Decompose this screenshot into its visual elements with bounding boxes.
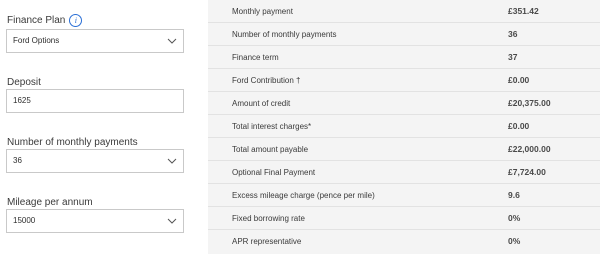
summary-label: Total amount payable: [232, 145, 309, 154]
mileage-label: Mileage per annum: [7, 197, 93, 208]
finance-plan-value: Ford Options: [13, 36, 60, 45]
summary-row: Fixed borrowing rate 0%: [208, 207, 600, 230]
chevron-down-icon: [167, 38, 177, 44]
monthly-payments-select[interactable]: 36: [6, 149, 184, 173]
monthly-payments-label: Number of monthly payments: [7, 137, 138, 148]
summary-value: £0.00: [508, 121, 530, 131]
summary-row: Monthly payment £351.42: [208, 0, 600, 23]
summary-label: Monthly payment: [232, 7, 293, 16]
monthly-payments-value: 36: [13, 156, 22, 165]
summary-row: Total interest charges* £0.00: [208, 115, 600, 138]
deposit-label: Deposit: [7, 77, 41, 88]
summary-row: APR representative 0%: [208, 230, 600, 253]
mileage-select[interactable]: 15000: [6, 209, 184, 233]
summary-row: Total amount payable £22,000.00: [208, 138, 600, 161]
summary-row: Amount of credit £20,375.00: [208, 92, 600, 115]
summary-value: £7,724.00: [508, 167, 546, 177]
summary-value: £22,000.00: [508, 144, 551, 154]
finance-summary-panel: Monthly payment £351.42 Number of monthl…: [208, 0, 600, 254]
summary-value: £351.42: [508, 6, 539, 16]
summary-row: Excess mileage charge (pence per mile) 9…: [208, 184, 600, 207]
chevron-down-icon: [167, 218, 177, 224]
info-icon[interactable]: i: [69, 14, 83, 27]
deposit-input[interactable]: 1625: [6, 89, 184, 113]
summary-value: £20,375.00: [508, 98, 551, 108]
summary-row: Optional Final Payment £7,724.00: [208, 161, 600, 184]
summary-label: Excess mileage charge (pence per mile): [232, 191, 375, 200]
summary-value: £0.00: [508, 75, 530, 85]
summary-value: 0%: [508, 236, 521, 246]
summary-value: 36: [508, 29, 518, 39]
finance-plan-label-group: Finance Plan i: [7, 14, 83, 27]
summary-label: Total interest charges*: [232, 122, 312, 131]
summary-row: Number of monthly payments 36: [208, 23, 600, 46]
summary-label: Ford Contribution †: [232, 76, 301, 85]
finance-form: Finance Plan i Ford Options Deposit 1625 …: [0, 0, 200, 254]
finance-plan-select[interactable]: Ford Options: [6, 29, 184, 53]
summary-label: Fixed borrowing rate: [232, 214, 305, 223]
summary-value: 9.6: [508, 190, 520, 200]
summary-label: Amount of credit: [232, 99, 291, 108]
summary-value: 37: [508, 52, 518, 62]
summary-label: APR representative: [232, 237, 302, 246]
deposit-value: 1625: [13, 96, 31, 105]
finance-plan-label: Finance Plan: [7, 15, 66, 26]
summary-label: Number of monthly payments: [232, 30, 337, 39]
chevron-down-icon: [167, 158, 177, 164]
summary-row: Ford Contribution † £0.00: [208, 69, 600, 92]
summary-row: Finance term 37: [208, 46, 600, 69]
summary-label: Finance term: [232, 53, 279, 62]
mileage-value: 15000: [13, 216, 36, 225]
summary-value: 0%: [508, 213, 521, 223]
summary-label: Optional Final Payment: [232, 168, 316, 177]
